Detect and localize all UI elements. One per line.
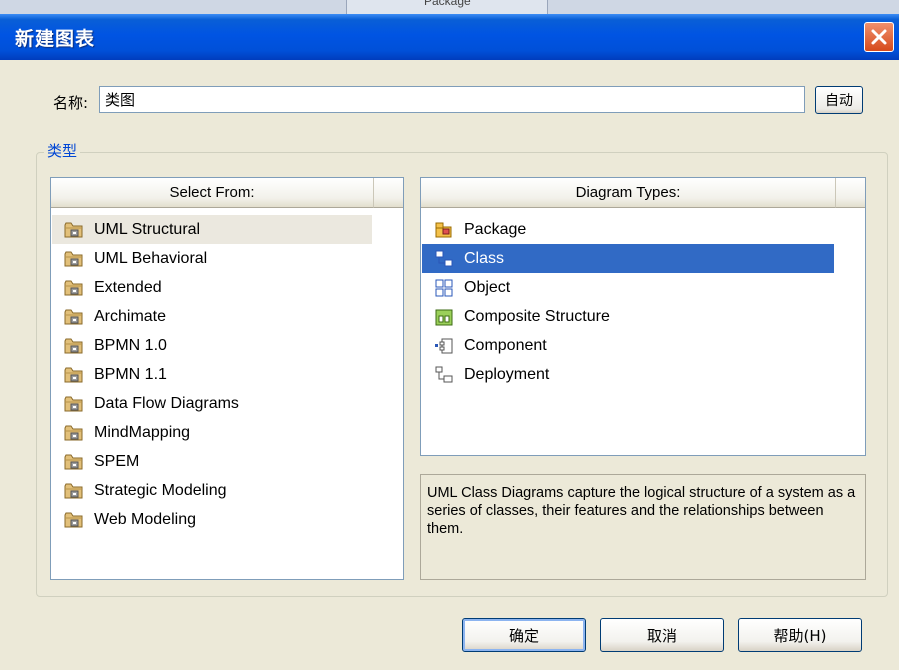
diagram-type-label: Composite Structure — [464, 307, 610, 325]
select-from-item[interactable]: UML Structural — [52, 215, 372, 244]
diagram-type-item[interactable]: Deployment — [422, 360, 834, 389]
select-from-item-label: UML Behavioral — [94, 249, 208, 267]
diagram-types-list[interactable]: Diagram Types: Package Class Object Composi… — [420, 177, 866, 456]
folder-icon — [64, 336, 84, 356]
select-from-item-label: UML Structural — [94, 220, 201, 238]
close-icon — [871, 29, 887, 45]
select-from-item[interactable]: Extended — [52, 273, 372, 302]
select-from-header-filler — [373, 178, 403, 208]
diagram-type-item[interactable]: Composite Structure — [422, 302, 834, 331]
select-from-item[interactable]: MindMapping — [52, 418, 372, 447]
name-label: 名称: — [53, 94, 89, 112]
select-from-item-label: Extended — [94, 278, 162, 296]
select-from-item[interactable]: Archimate — [52, 302, 372, 331]
diagram-type-item[interactable]: Class — [422, 244, 834, 273]
select-from-item[interactable]: Data Flow Diagrams — [52, 389, 372, 418]
select-from-item[interactable]: SPEM — [52, 447, 372, 476]
select-from-item-label: Strategic Modeling — [94, 481, 227, 499]
select-from-item-label: BPMN 1.1 — [94, 365, 167, 383]
folder-icon — [64, 365, 84, 385]
help-button[interactable]: 帮助(H) — [738, 618, 862, 652]
select-from-item-label: Data Flow Diagrams — [94, 394, 239, 412]
folder-icon — [64, 249, 84, 269]
cancel-button[interactable]: 取消 — [600, 618, 724, 652]
select-from-item[interactable]: BPMN 1.0 — [52, 331, 372, 360]
name-input[interactable] — [99, 86, 805, 113]
dialog-title: 新建图表 — [15, 28, 96, 50]
select-from-header[interactable]: Select From: — [51, 178, 373, 208]
select-from-item[interactable]: BPMN 1.1 — [52, 360, 372, 389]
diagram-types-header-filler — [835, 178, 865, 208]
folder-icon — [64, 278, 84, 298]
diagram-type-label: Deployment — [464, 365, 550, 383]
diagram-types-header[interactable]: Diagram Types: — [421, 178, 835, 208]
composite-structure-icon — [434, 307, 454, 327]
auto-button[interactable]: 自动 — [815, 86, 863, 114]
background-package-text: Package — [424, 0, 471, 8]
object-icon — [434, 278, 454, 298]
folder-icon — [64, 307, 84, 327]
folder-icon — [64, 481, 84, 501]
folder-icon — [64, 220, 84, 240]
diagram-type-item[interactable]: Component — [422, 331, 834, 360]
select-from-item[interactable]: Strategic Modeling — [52, 476, 372, 505]
class-icon — [434, 249, 454, 269]
deployment-icon — [434, 365, 454, 385]
select-from-item-label: MindMapping — [94, 423, 191, 441]
folder-icon — [64, 423, 84, 443]
type-group-title: 类型 — [44, 140, 81, 161]
select-from-item[interactable]: UML Behavioral — [52, 244, 372, 273]
select-from-item-label: BPMN 1.0 — [94, 336, 167, 354]
background-window-strip: Package — [0, 0, 899, 14]
select-from-item[interactable]: Web Modeling — [52, 505, 372, 534]
folder-icon — [64, 394, 84, 414]
component-icon — [434, 336, 454, 356]
package-icon — [434, 220, 454, 240]
diagram-description: UML Class Diagrams capture the logical s… — [420, 474, 866, 580]
select-from-item-label: Web Modeling — [94, 510, 196, 528]
diagram-type-label: Class — [464, 249, 505, 267]
folder-icon — [64, 510, 84, 530]
select-from-item-label: Archimate — [94, 307, 167, 325]
diagram-type-label: Package — [464, 220, 527, 238]
diagram-type-label: Object — [464, 278, 511, 296]
select-from-list[interactable]: Select From: UML Structural UML Behaviora… — [50, 177, 404, 580]
select-from-item-label: SPEM — [94, 452, 140, 470]
diagram-type-item[interactable]: Object — [422, 273, 834, 302]
ok-button[interactable]: 确定 — [462, 618, 586, 652]
diagram-type-item[interactable]: Package — [422, 215, 834, 244]
title-bar[interactable]: 新建图表 — [0, 14, 899, 60]
diagram-type-label: Component — [464, 336, 547, 354]
folder-icon — [64, 452, 84, 472]
close-button[interactable] — [864, 22, 894, 52]
